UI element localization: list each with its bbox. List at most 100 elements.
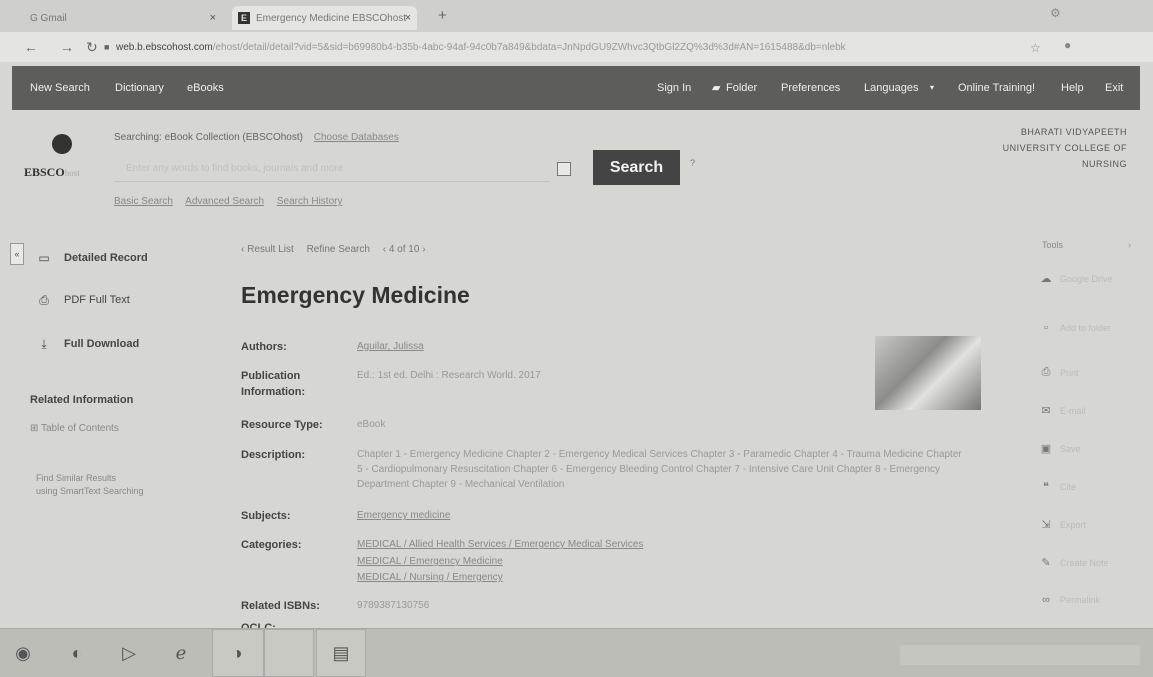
category-link[interactable]: MEDICAL / Emergency Medicine <box>357 554 503 569</box>
searching-label: Searching: eBook Collection (EBSCOhost) … <box>114 132 399 143</box>
url-path: /ehost/detail/detail?vid=5&sid=b69980b4-… <box>212 42 846 53</box>
url-field[interactable]: web.b.ebscohost.com/ehost/detail/detail?… <box>116 42 1016 53</box>
tab-close-icon[interactable]: × <box>210 12 216 24</box>
toc-label: Table of Contents <box>41 423 119 434</box>
browser-tabbar: G Gmail × E Emergency Medicine EBSCOhost… <box>0 0 1153 32</box>
online-training-link[interactable]: Online Training! <box>958 82 1035 94</box>
profile-avatar-icon[interactable]: ● <box>1064 38 1071 52</box>
institution-line: UNIVERSITY COLLEGE OF <box>1002 143 1127 153</box>
search-options-box[interactable] <box>557 162 571 176</box>
email-icon: ✉ <box>1041 405 1051 417</box>
tab-close-icon[interactable]: × <box>405 12 411 24</box>
tool-label: Create Note <box>1060 557 1109 568</box>
chevron-down-icon: ▾ <box>930 83 935 92</box>
resource-type-label: Resource Type: <box>241 419 323 431</box>
tool-permalink[interactable]: ∞ Permalink <box>1040 594 1100 606</box>
sidebar-item-label: Detailed Record <box>64 252 148 264</box>
exit-link[interactable]: Exit <box>1105 82 1123 94</box>
result-list-link[interactable]: ‹ Result List <box>241 244 294 255</box>
ebooks-link[interactable]: eBooks <box>187 82 224 94</box>
add-folder-icon: ▫ <box>1044 322 1048 334</box>
search-button[interactable]: Search <box>593 150 680 185</box>
description-label: Description: <box>241 449 306 461</box>
tool-label: Add to folder <box>1060 323 1112 333</box>
authors-value[interactable]: Aguilar, Julissa <box>357 339 424 354</box>
dictionary-link[interactable]: Dictionary <box>115 82 164 94</box>
tool-save[interactable]: ▣ Save <box>1040 442 1081 455</box>
logo-host: host <box>64 168 80 178</box>
sidebar-item-label: Full Download <box>64 338 140 350</box>
tool-print[interactable]: ⎙ Print <box>1040 366 1079 379</box>
help-link[interactable]: Help <box>1061 82 1084 94</box>
tab-ebsco[interactable]: E Emergency Medicine EBSCOhost × <box>232 6 417 30</box>
export-icon: ⇲ <box>1041 519 1051 531</box>
categories-label: Categories: <box>241 539 302 551</box>
sidebar-item-full-download[interactable]: ⤓ Full Download <box>34 334 139 354</box>
category-link[interactable]: MEDICAL / Nursing / Emergency <box>357 570 503 585</box>
subjects-value[interactable]: Emergency medicine <box>357 508 450 523</box>
collapse-tools-icon[interactable]: › <box>1128 240 1131 250</box>
forward-arrow-icon[interactable]: → <box>60 39 74 55</box>
record-icon: ▭ <box>38 251 50 265</box>
sidebar-item-detailed-record[interactable]: ▭ Detailed Record <box>34 248 148 268</box>
publication-value: Ed.: 1st ed. Delhi : Research World. 201… <box>357 370 541 381</box>
result-position[interactable]: ‹ 4 of 10 › <box>383 244 426 255</box>
tool-label: E-mail <box>1060 405 1086 416</box>
tool-cite[interactable]: ❝ Cite <box>1040 480 1076 493</box>
ie-taskbar-icon[interactable]: ℯ <box>166 639 196 667</box>
tab-gmail-label: G Gmail <box>30 12 67 24</box>
tool-create-note[interactable]: ✎ Create Note <box>1040 556 1109 569</box>
permalink-icon: ∞ <box>1042 594 1050 606</box>
search-history-link[interactable]: Search History <box>277 196 343 207</box>
find-similar-link[interactable]: Find Similar Results using SmartText Sea… <box>36 472 144 498</box>
sidebar-item-pdf-full-text[interactable]: ⎙ PDF Full Text <box>34 290 130 310</box>
category-link[interactable]: MEDICAL / Allied Health Services / Emerg… <box>357 537 643 552</box>
tool-label: Google Drive <box>1060 273 1113 284</box>
chrome-taskbar-icon: ◑ <box>231 642 243 663</box>
save-icon: ▣ <box>1040 443 1052 455</box>
folder-link[interactable]: Folder <box>726 82 757 94</box>
tab-gmail[interactable]: G Gmail × <box>30 6 220 30</box>
book-cover-image[interactable] <box>875 336 981 410</box>
advanced-search-link[interactable]: Advanced Search <box>185 196 264 207</box>
find-similar-line: using SmartText Searching <box>36 486 144 496</box>
choose-databases-link[interactable]: Choose Databases <box>314 132 399 143</box>
table-of-contents-link[interactable]: ⊞ Table of Contents <box>30 423 119 434</box>
tab-ebsco-label: Emergency Medicine EBSCOhost <box>256 12 407 24</box>
record-title: Emergency Medicine <box>241 282 470 308</box>
subjects-label: Subjects: <box>241 510 291 522</box>
basic-search-link[interactable]: Basic Search <box>114 196 173 207</box>
star-icon[interactable]: ☆ <box>1030 41 1041 55</box>
url-domain: web.b.ebscohost.com <box>116 42 213 53</box>
institution-line: BHARATI VIDYAPEETH <box>1020 127 1127 137</box>
reload-icon[interactable]: ↻ <box>86 39 98 56</box>
collapse-sidebar-button[interactable]: « <box>10 243 24 265</box>
window-settings-icon[interactable]: ⚙ <box>1050 6 1061 20</box>
windows-taskbar: ◉ ◐ ▷ ℯ ◑ ▤ <box>0 628 1153 677</box>
tool-email[interactable]: ✉ E-mail <box>1040 404 1086 417</box>
ebsco-logo[interactable]: EBSCOhost <box>24 165 80 180</box>
start-button-icon[interactable]: ◉ <box>8 639 38 667</box>
tool-add-to-folder[interactable]: ▫ Add to folder <box>1040 322 1111 334</box>
chrome-taskbar-icon[interactable]: ◐ <box>62 639 92 667</box>
print-icon: ⎙ <box>1041 366 1051 378</box>
tool-export[interactable]: ⇲ Export <box>1040 518 1086 531</box>
preferences-link[interactable]: Preferences <box>781 82 840 94</box>
institution-name: BHARATI VIDYAPEETH UNIVERSITY COLLEGE OF… <box>957 124 1127 172</box>
back-arrow-icon[interactable]: ← <box>24 39 38 55</box>
languages-link[interactable]: Languages <box>864 82 918 94</box>
result-navigation: ‹ Result List Refine Search ‹ 4 of 10 › <box>241 244 436 255</box>
tool-google-drive[interactable]: ☁ Google Drive <box>1040 272 1113 285</box>
resource-type-value: eBook <box>357 419 386 430</box>
refine-search-link[interactable]: Refine Search <box>307 244 370 255</box>
search-help-icon[interactable]: ? <box>690 158 695 168</box>
new-search-link[interactable]: New Search <box>30 82 90 94</box>
search-input[interactable]: Enter any words to find books, journals … <box>114 156 550 182</box>
sign-in-link[interactable]: Sign In <box>657 82 691 94</box>
new-tab-button[interactable]: + <box>438 7 447 24</box>
media-taskbar-icon[interactable]: ▷ <box>114 639 144 667</box>
pdf-icon: ⎙ <box>39 292 49 307</box>
system-tray[interactable] <box>900 645 1140 665</box>
taskbar-window[interactable] <box>264 629 314 677</box>
tool-label: Cite <box>1060 481 1077 492</box>
